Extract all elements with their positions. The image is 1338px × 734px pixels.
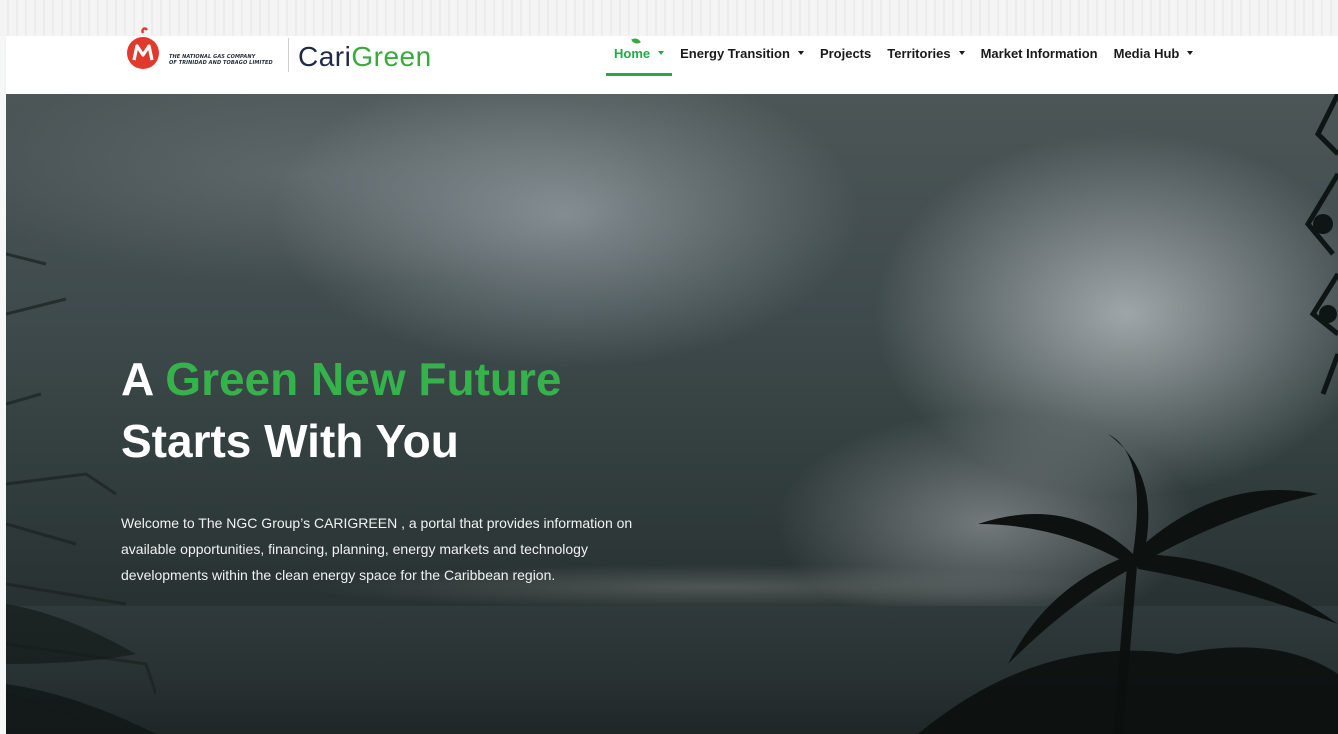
brand-suffix: Green <box>351 41 432 72</box>
active-nav-underline <box>606 73 673 76</box>
nav-label: Media Hub <box>1113 45 1180 61</box>
hero-section: A Green New Future Starts With You Welco… <box>6 94 1338 734</box>
hero-title-prefix: A <box>121 353 166 405</box>
page-top-strip <box>0 0 1338 36</box>
ngc-name-line2: OF TRINIDAD AND TOBAGO LIMITED <box>169 60 273 66</box>
main-nav: Home Energy Transition Projects Territor… <box>606 36 1202 76</box>
hero-title-line2: Starts With You <box>121 415 459 467</box>
nav-item-market-information[interactable]: Market Information <box>973 36 1106 70</box>
logo-divider <box>288 38 289 72</box>
ngc-company-name: THE NATIONAL GAS COMPANY OF TRINIDAD AND… <box>169 54 273 66</box>
palm-tree-silhouette-image <box>918 434 1338 734</box>
nav-item-media-hub[interactable]: Media Hub <box>1106 36 1202 70</box>
page: THE NATIONAL GAS COMPANY OF TRINIDAD AND… <box>0 0 1338 734</box>
brand-prefix: Cari <box>298 41 352 72</box>
hero-description: Welcome to The NGC Group’s CARIGREEN , a… <box>121 515 633 583</box>
nav-item-energy-transition[interactable]: Energy Transition <box>672 36 812 70</box>
ngc-logo-icon[interactable] <box>125 25 161 71</box>
nav-label: Projects <box>819 45 872 61</box>
caret-down-icon <box>797 51 804 55</box>
caret-down-icon <box>958 51 965 55</box>
nav-item-territories[interactable]: Territories <box>879 36 972 70</box>
nav-item-home[interactable]: Home <box>606 36 673 76</box>
hero-title-accent: Green New Future <box>165 353 562 405</box>
tree-branches-right-image <box>1304 94 1338 395</box>
site-header: THE NATIONAL GAS COMPANY OF TRINIDAD AND… <box>6 27 1338 94</box>
nav-label: Energy Transition <box>680 45 790 61</box>
caret-down-icon <box>1187 51 1194 55</box>
hero-title-line1: A Green New Future <box>121 348 562 410</box>
tree-branches-left-image <box>6 252 156 734</box>
hero-title: A Green New Future Starts With You <box>121 348 562 472</box>
nav-item-projects[interactable]: Projects <box>812 36 879 70</box>
nav-label: Market Information <box>980 45 1098 61</box>
caret-down-icon <box>658 51 665 55</box>
nav-label: Home <box>614 45 651 61</box>
carigreen-logo[interactable]: CariGreen <box>298 36 641 73</box>
nav-label: Territories <box>887 45 951 61</box>
